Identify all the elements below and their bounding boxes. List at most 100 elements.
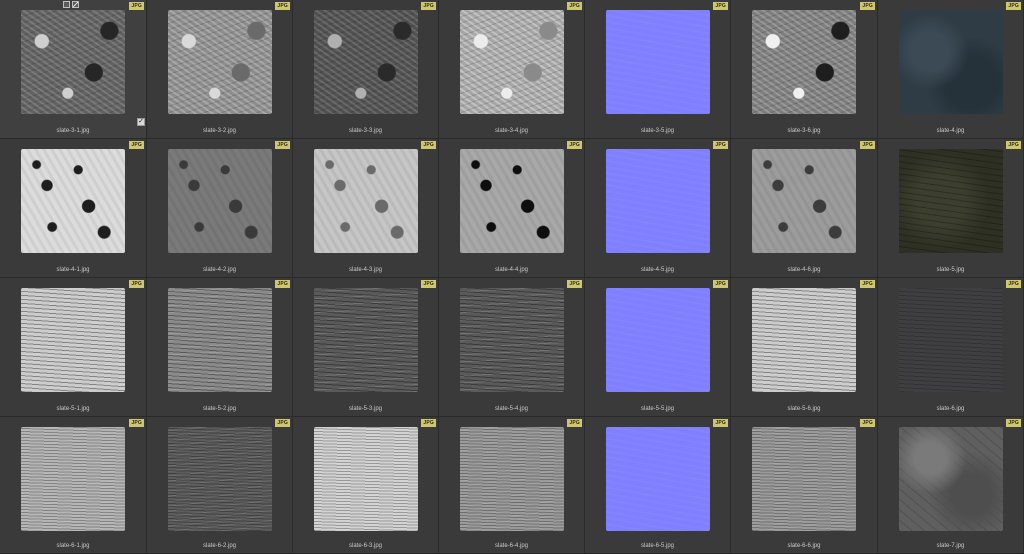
thumbnail-item[interactable]: JPG slate-6-4.jpg bbox=[439, 417, 585, 554]
thumbnail-image[interactable] bbox=[752, 288, 856, 392]
file-name-label: slate-7.jpg bbox=[936, 543, 965, 549]
file-type-badge: JPG bbox=[567, 2, 582, 10]
thumbnail-image[interactable] bbox=[606, 288, 710, 392]
thumbnail-item[interactable]: JPG slate-5-3.jpg bbox=[293, 278, 439, 417]
thumbnail-image[interactable] bbox=[21, 427, 125, 531]
thumbnail-item[interactable]: JPG slate-6-6.jpg bbox=[731, 417, 878, 554]
file-type-badge: JPG bbox=[129, 141, 144, 149]
thumbnail-item[interactable]: JPG slate-6.jpg bbox=[878, 278, 1024, 417]
slash-select-icon[interactable] bbox=[72, 1, 79, 8]
file-type-badge: JPG bbox=[1006, 2, 1021, 10]
thumbnail-image[interactable] bbox=[168, 149, 272, 253]
thumbnail-item[interactable]: JPG slate-3-1.jpg ✓ bbox=[0, 0, 147, 139]
thumbnail-image[interactable] bbox=[606, 149, 710, 253]
thumbnail-item[interactable]: JPG slate-5-1.jpg bbox=[0, 278, 147, 417]
file-name-label: slate-6-5.jpg bbox=[640, 543, 675, 549]
thumbnail-item[interactable]: JPG slate-6-1.jpg bbox=[0, 417, 147, 554]
file-name-label: slate-4-3.jpg bbox=[348, 267, 383, 273]
file-type-badge: JPG bbox=[421, 141, 436, 149]
thumbnail-image[interactable] bbox=[752, 10, 856, 114]
thumbnail-image[interactable] bbox=[21, 10, 125, 114]
thumbnail-item[interactable]: JPG slate-5.jpg bbox=[878, 139, 1024, 278]
file-type-badge: JPG bbox=[713, 2, 728, 10]
file-name-label: slate-5.jpg bbox=[936, 267, 965, 273]
file-name-label: slate-6-1.jpg bbox=[56, 543, 90, 549]
thumbnail-image[interactable] bbox=[168, 427, 272, 531]
file-name-label: slate-3-6.jpg bbox=[787, 128, 821, 134]
thumbnail-item[interactable]: JPG slate-6-2.jpg bbox=[147, 417, 293, 554]
thumbnail-image[interactable] bbox=[606, 10, 710, 114]
file-name-label: slate-6-6.jpg bbox=[787, 543, 821, 549]
file-name-label: slate-4-6.jpg bbox=[787, 267, 821, 273]
thumbnail-item[interactable]: JPG slate-3-6.jpg bbox=[731, 0, 878, 139]
square-select-icon[interactable] bbox=[63, 1, 70, 8]
file-type-badge: JPG bbox=[713, 141, 728, 149]
thumbnail-item[interactable]: JPG slate-6-3.jpg bbox=[293, 417, 439, 554]
file-type-badge: JPG bbox=[129, 2, 144, 10]
file-type-badge: JPG bbox=[275, 280, 290, 288]
file-name-label: slate-4-2.jpg bbox=[202, 267, 237, 273]
thumbnail-image[interactable] bbox=[899, 288, 1003, 392]
file-name-label: slate-3-3.jpg bbox=[348, 128, 383, 134]
thumbnail-item[interactable]: JPG slate-4-6.jpg bbox=[731, 139, 878, 278]
thumbnail-image[interactable] bbox=[168, 288, 272, 392]
thumbnail-image[interactable] bbox=[314, 10, 418, 114]
thumbnail-grid: JPG slate-3-1.jpg ✓ JPG slate-3-2.jpg JPG slat… bbox=[0, 0, 1024, 554]
thumbnail-item[interactable]: JPG slate-4-5.jpg bbox=[585, 139, 731, 278]
file-type-badge: JPG bbox=[421, 2, 436, 10]
thumbnail-image[interactable] bbox=[21, 288, 125, 392]
thumbnail-item[interactable]: JPG slate-6-5.jpg bbox=[585, 417, 731, 554]
file-type-badge: JPG bbox=[567, 419, 582, 427]
check-icon[interactable]: ✓ bbox=[137, 118, 145, 126]
thumbnail-item[interactable]: JPG slate-5-5.jpg bbox=[585, 278, 731, 417]
file-type-badge: JPG bbox=[275, 2, 290, 10]
thumbnail-item[interactable]: JPG slate-7.jpg bbox=[878, 417, 1024, 554]
thumbnail-image[interactable] bbox=[899, 149, 1003, 253]
file-name-label: slate-3-1.jpg bbox=[56, 128, 90, 134]
file-type-badge: JPG bbox=[860, 280, 875, 288]
thumbnail-item[interactable]: JPG slate-4-1.jpg bbox=[0, 139, 147, 278]
file-type-badge: JPG bbox=[713, 419, 728, 427]
thumbnail-image[interactable] bbox=[752, 427, 856, 531]
file-type-badge: JPG bbox=[275, 419, 290, 427]
file-name-label: slate-6-2.jpg bbox=[202, 543, 237, 549]
thumbnail-item[interactable]: JPG slate-3-2.jpg bbox=[147, 0, 293, 139]
file-name-label: slate-4-1.jpg bbox=[56, 267, 90, 273]
thumbnail-item[interactable]: JPG slate-4.jpg bbox=[878, 0, 1024, 139]
thumbnail-item[interactable]: JPG slate-3-5.jpg bbox=[585, 0, 731, 139]
thumbnail-image[interactable] bbox=[752, 149, 856, 253]
thumbnail-item[interactable]: JPG slate-3-3.jpg bbox=[293, 0, 439, 139]
thumbnail-image[interactable] bbox=[899, 427, 1003, 531]
file-name-label: slate-3-4.jpg bbox=[494, 128, 529, 134]
thumbnail-image[interactable] bbox=[460, 10, 564, 114]
file-type-badge: JPG bbox=[275, 141, 290, 149]
thumbnail-image[interactable] bbox=[899, 10, 1003, 114]
thumbnail-image[interactable] bbox=[460, 427, 564, 531]
thumbnail-item[interactable]: JPG slate-5-6.jpg bbox=[731, 278, 878, 417]
thumbnail-image[interactable] bbox=[314, 288, 418, 392]
file-name-label: slate-5-2.jpg bbox=[202, 406, 237, 412]
file-name-label: slate-5-5.jpg bbox=[640, 406, 675, 412]
thumbnail-item[interactable]: JPG slate-3-4.jpg bbox=[439, 0, 585, 139]
thumbnail-item[interactable]: JPG slate-4-3.jpg bbox=[293, 139, 439, 278]
file-type-badge: JPG bbox=[421, 419, 436, 427]
thumbnail-image[interactable] bbox=[314, 149, 418, 253]
thumbnail-image[interactable] bbox=[606, 427, 710, 531]
thumbnail-item[interactable]: JPG slate-5-4.jpg bbox=[439, 278, 585, 417]
file-type-badge: JPG bbox=[1006, 141, 1021, 149]
thumbnail-image[interactable] bbox=[314, 427, 418, 531]
thumbnail-item[interactable]: JPG slate-4-2.jpg bbox=[147, 139, 293, 278]
thumbnail-image[interactable] bbox=[460, 288, 564, 392]
file-name-label: slate-6-3.jpg bbox=[348, 543, 383, 549]
thumbnail-item[interactable]: JPG slate-5-2.jpg bbox=[147, 278, 293, 417]
thumbnail-image[interactable] bbox=[460, 149, 564, 253]
file-type-badge: JPG bbox=[1006, 419, 1021, 427]
file-type-badge: JPG bbox=[567, 280, 582, 288]
file-type-badge: JPG bbox=[713, 280, 728, 288]
file-name-label: slate-4-4.jpg bbox=[494, 267, 529, 273]
file-type-badge: JPG bbox=[129, 419, 144, 427]
thumbnail-image[interactable] bbox=[168, 10, 272, 114]
file-type-badge: JPG bbox=[129, 280, 144, 288]
thumbnail-image[interactable] bbox=[21, 149, 125, 253]
thumbnail-item[interactable]: JPG slate-4-4.jpg bbox=[439, 139, 585, 278]
